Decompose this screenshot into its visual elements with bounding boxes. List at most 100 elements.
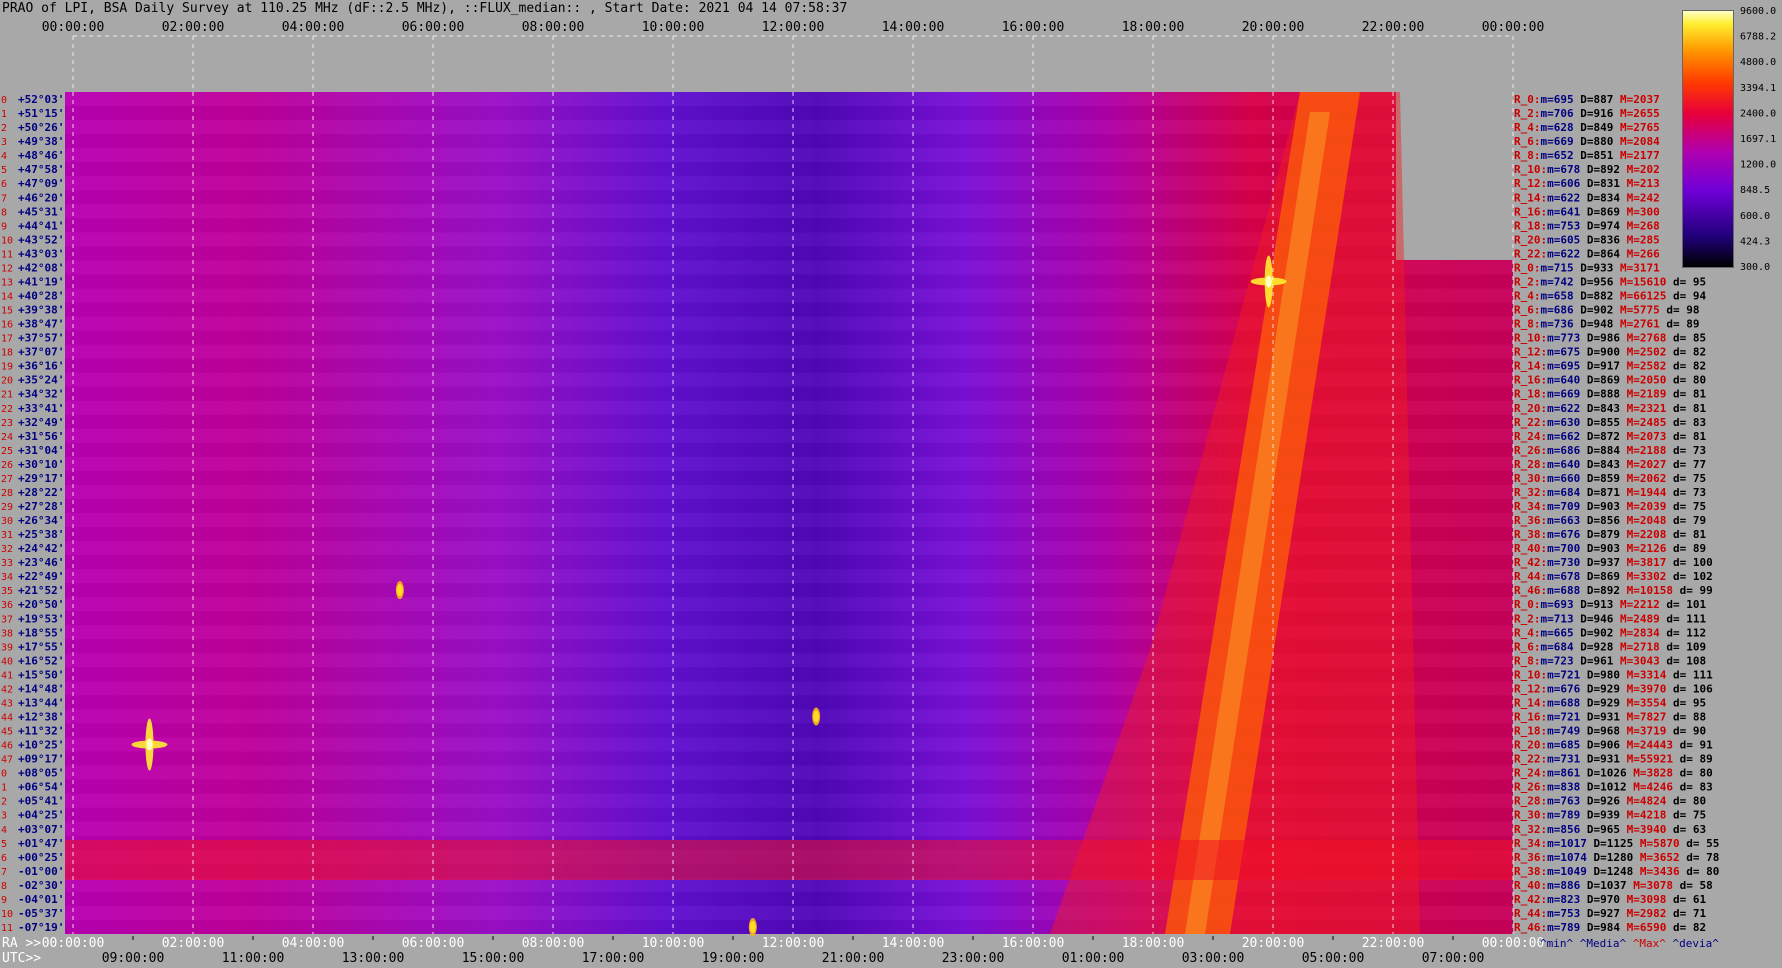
y-declination-label: +28°22' [18,486,64,499]
y-row-index: 44 [1,712,13,723]
y-row-index: 12 [1,263,13,274]
y-row-index: 38 [1,628,13,639]
y-row-index: 2 [1,797,7,808]
stats-row: R_18:m=669 D=888 M=2189 d= 81 [1514,388,1706,401]
y-declination-label: +35°24' [18,374,64,387]
x-top-tick-label: 02:00:00 [162,20,225,35]
y-row-index: 8 [1,207,7,218]
y-row-index: 3 [1,137,7,148]
x-utc-tick-label: 11:00:00 [222,951,285,966]
stats-row: R_28:m=640 D=843 M=2027 d= 77 [1514,458,1706,471]
x-top-tick-label: 04:00:00 [282,20,345,35]
y-declination-label: +48°46' [18,149,64,162]
y-declination-label: +42°08' [18,261,64,274]
colorbar-tick-label: 1697.1 [1740,134,1776,145]
y-row-index: 6 [1,179,7,190]
stats-row: R_14:m=695 D=917 M=2582 d= 82 [1514,360,1706,373]
y-declination-label: -07°19' [18,921,64,934]
x-top-tick-label: 12:00:00 [762,20,825,35]
y-row-index: 19 [1,362,13,373]
y-row-index: 46 [1,741,13,752]
x-ra-tick-label: 00:00:00 [42,936,105,951]
y-declination-label: +49°38' [18,135,64,148]
radio-source [748,917,757,936]
x-utc-tick-label: 23:00:00 [942,951,1005,966]
x-ra-tick-label: 22:00:00 [1362,936,1425,951]
y-row-index: 2 [1,123,7,134]
x-utc-tick-label: 01:00:00 [1062,951,1125,966]
y-declination-label: +14°48' [18,682,64,695]
stats-row: R_0:m=715 D=933 M=3171 [1514,261,1660,274]
y-declination-label: -05°37' [18,907,64,920]
missing-data-region [1396,92,1513,260]
y-declination-label: +29°17' [18,472,64,485]
stats-header: ^min^ ^Media^ ^Max^ ^devia^ [1540,937,1719,950]
y-row-index: 10 [1,235,13,246]
x-ra-tick-label: 16:00:00 [1002,936,1065,951]
stats-row: R_42:m=730 D=937 M=3817 d= 100 [1514,556,1713,569]
y-row-index: 9 [1,221,7,232]
stats-row: R_8:m=736 D=948 M=2761 d= 89 [1514,318,1700,331]
y-declination-label: +17°55' [18,640,64,653]
x-utc-tick-label: 09:00:00 [102,951,165,966]
y-row-index: 22 [1,404,13,415]
stats-row: R_40:m=700 D=903 M=2126 d= 89 [1514,542,1706,555]
x-ra-tick-label: 08:00:00 [522,936,585,951]
y-row-index: 27 [1,474,13,485]
colorbar-tick-label: 1200.0 [1740,160,1776,171]
stats-row: R_14:m=622 D=834 M=242 [1514,191,1660,204]
stats-row: R_38:m=1049 D=1248 M=3436 d= 80 [1514,865,1719,878]
stats-row: R_8:m=723 D=961 M=3043 d= 108 [1514,654,1706,667]
x-ra-tick-label: 04:00:00 [282,936,345,951]
stats-row: R_20:m=685 D=906 M=24443 d= 91 [1514,739,1713,752]
y-row-index: 33 [1,558,13,569]
y-row-index: 47 [1,755,13,766]
colorbar-tick-label: 848.5 [1740,185,1770,196]
colorbar-tick-label: 6788.2 [1740,32,1776,43]
stats-row: R_22:m=630 D=855 M=2485 d= 83 [1514,416,1706,429]
stats-row: R_24:m=662 D=872 M=2073 d= 81 [1514,430,1706,443]
stats-row: R_8:m=652 D=851 M=2177 [1514,149,1660,162]
y-declination-label: +27°28' [18,500,64,513]
stats-row: R_36:m=663 D=856 M=2048 d= 79 [1514,514,1706,527]
y-declination-label: +38°47' [18,318,64,331]
y-row-index: 37 [1,614,13,625]
stats-row: R_10:m=721 D=980 M=3314 d= 111 [1514,668,1713,681]
x-utc-tick-label: 05:00:00 [1302,951,1365,966]
colorbar-tick-label: 2400.0 [1740,108,1776,119]
stats-row: R_2:m=706 D=916 M=2655 [1514,107,1660,120]
y-declination-label: +31°04' [18,444,64,457]
x-top-tick-label: 10:00:00 [642,20,705,35]
stats-row: R_4:m=658 D=882 M=66125 d= 94 [1514,289,1706,302]
y-declination-label: +05°41' [18,795,64,808]
y-row-index: 6 [1,853,7,864]
y-declination-label: +51°15' [18,107,64,120]
y-declination-label: +37°57' [18,332,64,345]
stats-row: R_38:m=676 D=879 M=2208 d= 81 [1514,528,1706,541]
stats-row: R_0:m=693 D=913 M=2212 d= 101 [1514,598,1706,611]
y-row-index: 0 [1,95,7,106]
utc-axis-prefix: UTC>> [2,951,41,966]
y-row-index: 11 [1,249,13,260]
y-row-index: 21 [1,390,13,401]
y-declination-label: +11°32' [18,725,64,738]
y-declination-label: +13°44' [18,696,64,709]
y-row-index: 40 [1,656,13,667]
stats-row: R_4:m=665 D=902 M=2834 d= 112 [1514,626,1706,639]
x-ra-tick-label: 10:00:00 [642,936,705,951]
x-top-tick-label: 16:00:00 [1002,20,1065,35]
x-ra-tick-label: 00:00:00 [1482,936,1545,951]
colorbar-tick-label: 600.0 [1740,211,1770,222]
x-top-tick-label: 14:00:00 [882,20,945,35]
y-declination-label: +09°17' [18,753,64,766]
stats-row: R_6:m=686 D=902 M=5775 d= 98 [1514,304,1700,317]
stats-row: R_16:m=640 D=869 M=2050 d= 80 [1514,374,1706,387]
y-row-index: 11 [1,923,13,934]
y-declination-label: +45°31' [18,205,64,218]
y-row-index: 28 [1,488,13,499]
stats-row: R_44:m=753 D=927 M=2982 d= 71 [1514,907,1706,920]
stats-row: R_32:m=856 D=965 M=3940 d= 63 [1514,823,1706,836]
y-declination-label: +33°41' [18,402,64,415]
y-declination-label: +19°53' [18,612,64,625]
y-row-index: 1 [1,783,7,794]
